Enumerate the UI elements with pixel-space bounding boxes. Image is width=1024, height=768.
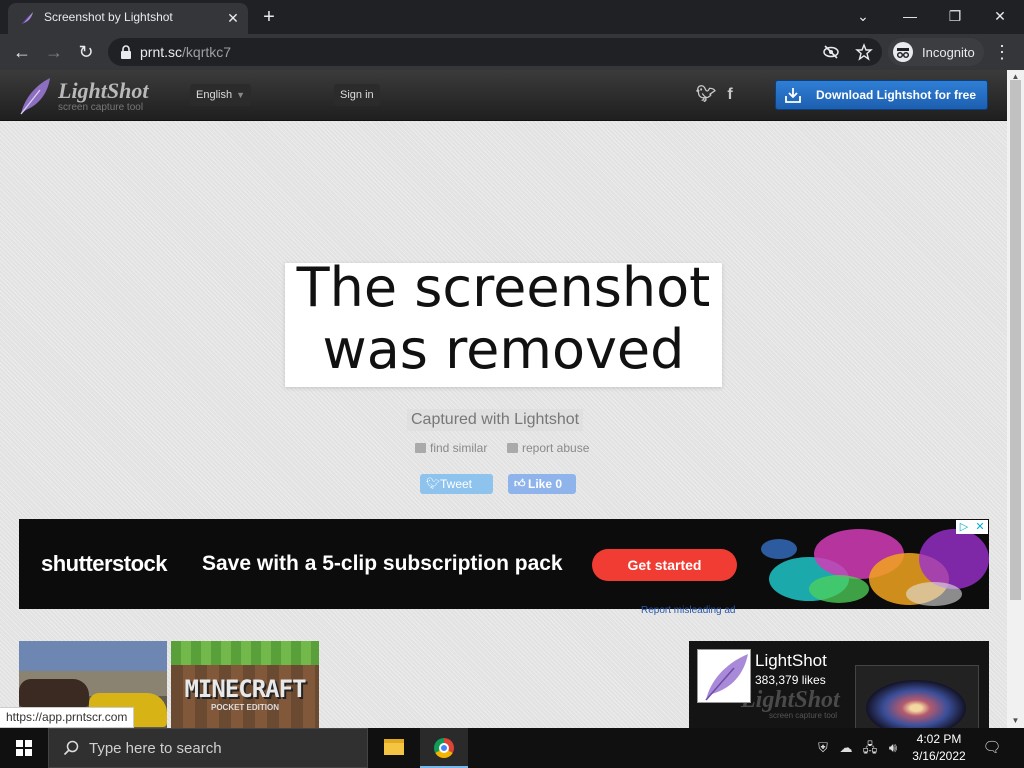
galaxy-image xyxy=(866,680,966,728)
report-icon xyxy=(507,443,518,453)
eye-slash-icon[interactable] xyxy=(822,43,840,61)
ad-get-started-button[interactable]: Get started xyxy=(592,549,737,581)
page-avatar[interactable] xyxy=(697,649,751,703)
facebook-page-name[interactable]: LightShot xyxy=(755,651,827,671)
feather-logo-icon xyxy=(20,78,50,115)
search-placeholder: Type here to search xyxy=(89,740,222,757)
thumbnail-minecraft[interactable]: MINECRAFT POCKET EDITION xyxy=(171,641,319,728)
scrollbar-thumb[interactable] xyxy=(1010,80,1021,600)
lightshot-logo[interactable]: LightShot screen capture tool xyxy=(18,76,158,116)
shield-icon[interactable]: ⛨ xyxy=(815,740,831,756)
chrome-app[interactable] xyxy=(420,728,468,768)
clock-date: 3/16/2022 xyxy=(912,749,966,763)
forward-arrow-icon[interactable]: → xyxy=(42,40,66,64)
network-icon[interactable]: 🖧︎ xyxy=(862,740,878,756)
thumbs-up-icon: 👍︎ xyxy=(514,478,526,490)
screenshot-removed-notice: The screenshot was removed xyxy=(285,257,722,387)
facebook-likes-count: 383,379 likes xyxy=(755,673,826,687)
facebook-icon[interactable]: f xyxy=(721,86,739,104)
reload-icon[interactable]: ↻ xyxy=(74,40,98,64)
page-scrollbar[interactable]: ▲ ▼ xyxy=(1007,70,1024,728)
back-arrow-icon[interactable]: ← xyxy=(10,40,34,64)
new-tab-button[interactable]: + xyxy=(258,6,280,28)
ad-brand-logo: shutterstock xyxy=(41,551,168,576)
report-misleading-ad-link[interactable]: Report misleading ad xyxy=(641,605,736,616)
incognito-indicator[interactable]: Incognito xyxy=(888,38,984,66)
close-window-button[interactable]: ✕ xyxy=(988,4,1012,28)
chrome-icon xyxy=(434,738,454,758)
download-label: Download Lightshot for free xyxy=(816,88,976,102)
car-image xyxy=(19,679,89,707)
cover-watermark-tagline: screen capture tool xyxy=(769,711,838,720)
tab-close-icon[interactable]: ✕ xyxy=(224,9,242,27)
minecraft-title: MINECRAFT xyxy=(184,675,306,703)
taskbar-clock[interactable]: 4:02 PM 3/16/2022 xyxy=(904,731,974,765)
browser-menu-icon[interactable]: ⋮ xyxy=(992,40,1012,64)
folder-icon xyxy=(384,739,404,755)
lock-icon[interactable] xyxy=(120,45,132,59)
find-similar-link[interactable]: find similar xyxy=(415,441,487,455)
page-viewport: LightShot screen capture tool English ▼ S… xyxy=(0,70,1024,728)
cover-screenshot-image xyxy=(855,665,979,728)
facebook-like-button[interactable]: 👍︎ Like 0 xyxy=(508,474,576,494)
adchoices-icon[interactable]: ▷ ✕ xyxy=(956,520,988,534)
captured-with-label: Captured with Lightshot xyxy=(407,409,584,431)
removed-text-line-1: The screenshot xyxy=(296,256,711,319)
camera-icon xyxy=(415,443,426,453)
chevron-down-icon: ▼ xyxy=(236,90,245,100)
volume-icon[interactable]: 🔊︎ xyxy=(885,740,901,756)
taskbar-search-input[interactable]: Type here to search xyxy=(48,728,368,768)
star-icon[interactable] xyxy=(855,43,873,61)
logo-tagline: screen capture tool xyxy=(58,102,144,113)
tab-title: Screenshot by Lightshot xyxy=(44,10,173,24)
grass-texture xyxy=(171,641,319,665)
sign-in-button[interactable]: Sign in xyxy=(334,84,380,106)
twitter-icon[interactable]: 🐦︎ xyxy=(696,86,716,104)
windows-taskbar: Type here to search ⛨ ☁ 🖧︎ 🔊︎ 4:02 PM 3/… xyxy=(0,728,1024,768)
removed-text-line-2: was removed xyxy=(322,318,685,381)
scroll-down-icon[interactable]: ▼ xyxy=(1011,716,1020,725)
browser-tab[interactable]: Screenshot by Lightshot ✕ xyxy=(8,3,248,34)
browser-toolbar: ← → ↻ prnt.sc/kqrtkc7 Incognito ⋮ xyxy=(0,34,1024,70)
url-text[interactable]: prnt.sc/kqrtkc7 xyxy=(140,44,231,60)
tab-search-chevron-icon[interactable]: ⌄ xyxy=(851,4,875,28)
windows-logo-icon xyxy=(16,740,32,756)
incognito-label: Incognito xyxy=(922,45,975,60)
lightshot-feather-icon xyxy=(21,12,33,25)
download-lightshot-button[interactable]: Download Lightshot for free xyxy=(775,80,988,110)
link-status-bar: https://app.prntscr.com xyxy=(0,707,135,728)
cover-watermark: LightShot xyxy=(741,687,840,713)
shutterstock-ad[interactable]: shutterstock Save with a 5-clip subscrip… xyxy=(19,519,989,609)
minimize-button[interactable]: — xyxy=(898,4,922,28)
ad-paint-splash-image xyxy=(749,519,989,609)
search-icon xyxy=(63,740,79,756)
onedrive-icon[interactable]: ☁ xyxy=(838,740,854,756)
tweet-button[interactable]: 🐦︎ Tweet xyxy=(420,474,493,494)
start-button[interactable] xyxy=(0,728,48,768)
minecraft-subtitle: POCKET EDITION xyxy=(210,703,279,712)
browser-tab-strip: Screenshot by Lightshot ✕ + ⌄ — ❐ ✕ xyxy=(0,0,1024,34)
notification-icon[interactable]: 🗨︎ xyxy=(982,738,1002,758)
file-explorer-app[interactable] xyxy=(370,728,418,768)
clock-time: 4:02 PM xyxy=(916,732,962,746)
language-select[interactable]: English ▼ xyxy=(190,84,251,106)
download-icon xyxy=(785,88,801,103)
facebook-page-widget[interactable]: LightShot screen capture tool LightShot … xyxy=(689,641,989,728)
report-abuse-link[interactable]: report abuse xyxy=(507,441,589,455)
incognito-icon xyxy=(893,42,913,62)
twitter-bird-icon: 🐦︎ xyxy=(426,478,440,490)
site-header: LightShot screen capture tool English ▼ S… xyxy=(0,70,1007,121)
address-bar[interactable]: prnt.sc/kqrtkc7 xyxy=(108,38,882,66)
logo-name: LightShot xyxy=(58,78,149,103)
ad-headline: Save with a 5-clip subscription pack xyxy=(202,552,563,575)
feather-avatar-icon xyxy=(705,654,748,701)
restore-button[interactable]: ❐ xyxy=(943,4,967,28)
